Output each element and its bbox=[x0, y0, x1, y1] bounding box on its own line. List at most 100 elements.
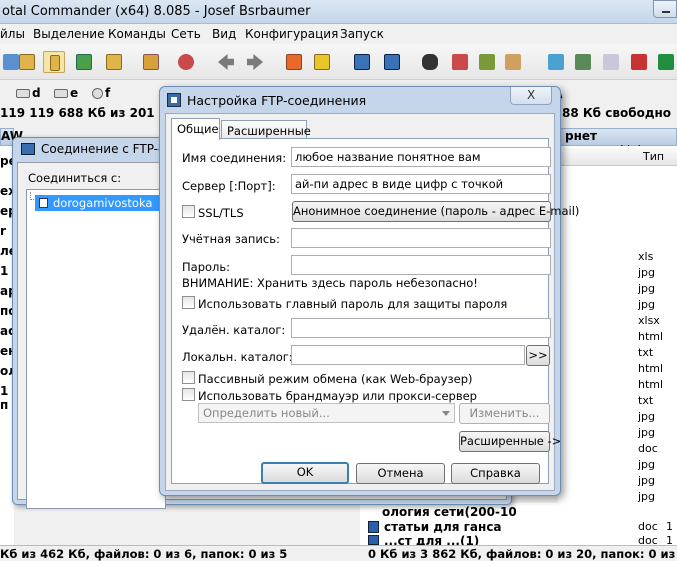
notepad-icon[interactable] bbox=[545, 51, 567, 73]
proxy-select[interactable]: Определить новый... bbox=[198, 403, 455, 423]
back-arrow-icon[interactable] bbox=[215, 51, 237, 73]
passive-mode-label: Пассивный режим обмена (как Web-браузер) bbox=[198, 372, 473, 386]
firewall-checkbox[interactable] bbox=[182, 388, 195, 401]
menu-network[interactable]: Сеть bbox=[171, 27, 201, 41]
file-ext: doc bbox=[638, 520, 658, 533]
file-count: 1 bbox=[666, 520, 673, 533]
cdrom-icon bbox=[92, 88, 103, 99]
file-ext: jpg bbox=[638, 426, 656, 439]
account-input[interactable] bbox=[291, 228, 551, 248]
file-ext: jpg bbox=[638, 282, 656, 295]
menu-bar: йлы Выделение Команды Сеть Вид Конфигура… bbox=[0, 24, 677, 44]
connection-name-label: Имя соединения: bbox=[182, 151, 287, 165]
password-input[interactable] bbox=[291, 255, 551, 275]
left-free-space: 119 119 688 Кб из 201 326 bbox=[0, 106, 184, 120]
menu-files[interactable]: йлы bbox=[0, 27, 25, 41]
thumbnails-icon[interactable] bbox=[73, 51, 95, 73]
advanced-settings-button[interactable]: Расширенные -> bbox=[459, 431, 561, 452]
server-item-dorogamivostoka[interactable]: dorogamivostoka bbox=[35, 195, 163, 211]
bottom-file-rows[interactable]: ология сети(200-10 статьи для ганса doc … bbox=[360, 503, 677, 545]
type-column-header[interactable]: Тип bbox=[643, 150, 664, 163]
connect-to-label: Соединиться с: bbox=[28, 171, 122, 185]
url-connect-icon[interactable] bbox=[381, 51, 403, 73]
server-input[interactable]: ай-пи адрес в виде цифр с точкой bbox=[291, 174, 551, 194]
tab-advanced[interactable]: Расширенные bbox=[221, 120, 311, 138]
right-column-header[interactable]: Тип bbox=[558, 148, 677, 166]
menu-configuration[interactable]: Конфигурация bbox=[245, 27, 338, 41]
menu-view[interactable]: Вид bbox=[212, 27, 236, 41]
drive-d-button[interactable]: d bbox=[16, 86, 41, 102]
pack-icon[interactable] bbox=[283, 51, 305, 73]
brief-view-icon[interactable] bbox=[16, 51, 38, 73]
edit-icon[interactable] bbox=[502, 51, 524, 73]
menu-selection[interactable]: Выделение bbox=[33, 27, 104, 41]
drive-icon bbox=[54, 89, 68, 98]
close-button[interactable]: X bbox=[510, 87, 552, 105]
app-icon[interactable] bbox=[655, 51, 677, 73]
settings-dialog-body: Общие Расширенные Имя соединения: любое … bbox=[165, 113, 579, 491]
browse-button[interactable]: >> bbox=[526, 345, 550, 366]
main-titlebar: otal Commander (x64) 8.085 - Josef Bsrba… bbox=[0, 0, 677, 24]
tab-general[interactable]: Общие bbox=[171, 118, 220, 140]
close-icon: X bbox=[527, 88, 536, 102]
file-ext: html bbox=[638, 362, 664, 375]
file-ext: jpg bbox=[638, 298, 656, 311]
main-toolbar bbox=[0, 44, 677, 80]
file-ext: xls bbox=[638, 250, 654, 263]
remote-dir-input[interactable] bbox=[291, 318, 551, 338]
server-list[interactable]: dorogamivostoka bbox=[26, 189, 166, 509]
ok-button[interactable]: OK bbox=[261, 462, 349, 484]
sync-icon[interactable] bbox=[140, 51, 162, 73]
connection-name-input[interactable]: любое название понятное вам bbox=[291, 147, 551, 167]
file-ext: jpg bbox=[638, 474, 656, 487]
ftp-connect-icon[interactable] bbox=[351, 51, 373, 73]
tree-view-icon[interactable] bbox=[103, 51, 125, 73]
local-dir-label: Локальн. каталог: bbox=[182, 350, 293, 364]
list-item[interactable]: ...ст для ...(1) bbox=[384, 534, 479, 545]
file-ext: xlsx bbox=[638, 314, 660, 327]
rename-icon[interactable] bbox=[600, 51, 622, 73]
list-item[interactable]: статьи для ганса bbox=[384, 520, 502, 534]
file-ext: txt bbox=[638, 346, 654, 359]
compare-icon[interactable] bbox=[476, 51, 498, 73]
master-password-label: Использовать главный пароль для защиты п… bbox=[198, 297, 508, 311]
ssl-label: SSL/TLS bbox=[198, 206, 244, 220]
right-status: 0 Кб из 3 862 Кб, файлов: 0 из 20, папок… bbox=[368, 547, 676, 561]
multi-rename-icon[interactable] bbox=[449, 51, 471, 73]
firewall-label: Использовать брандмауэр или прокси-серве… bbox=[198, 389, 477, 403]
drive-f-button[interactable]: f bbox=[92, 86, 110, 102]
drive-e-button[interactable]: e bbox=[54, 86, 78, 102]
password-label: Пароль: bbox=[182, 260, 231, 274]
file-count: 1 bbox=[666, 534, 673, 545]
ssl-checkbox[interactable] bbox=[182, 205, 195, 218]
forward-arrow-icon[interactable] bbox=[244, 51, 266, 73]
left-row-fragment: 1 bbox=[0, 264, 9, 278]
right-path-bar[interactable]: рнет магазин\*.* bbox=[558, 128, 677, 157]
menu-commands[interactable]: Команды bbox=[108, 27, 166, 41]
list-item[interactable]: ология сети(200-10 bbox=[382, 505, 517, 519]
word-doc-icon bbox=[368, 535, 379, 545]
left-status: Кб из 462 Кб, файлов: 0 из 6, папок: 0 и… bbox=[0, 547, 288, 561]
cancel-button[interactable]: Отмена bbox=[356, 463, 445, 484]
master-password-checkbox[interactable] bbox=[182, 296, 195, 309]
help-button[interactable]: Справка bbox=[451, 463, 540, 484]
app-64-icon[interactable] bbox=[628, 51, 650, 73]
binoculars-icon[interactable] bbox=[419, 51, 441, 73]
full-view-icon[interactable] bbox=[43, 51, 65, 73]
menu-launch[interactable]: Запуск bbox=[340, 27, 384, 41]
password-warning: ВНИМАНИЕ: Хранить здесь пароль небезопас… bbox=[182, 276, 478, 290]
local-dir-input[interactable] bbox=[291, 345, 525, 365]
right-free-space: 88 Кб свободно bbox=[562, 106, 672, 120]
file-ext: jpg bbox=[638, 490, 656, 503]
settings-icon[interactable] bbox=[572, 51, 594, 73]
minimize-button[interactable] bbox=[653, 0, 677, 18]
file-ext: jpg bbox=[638, 458, 656, 471]
anonymous-connection-button[interactable]: Анонимное соединение (пароль - адрес E-m… bbox=[292, 201, 579, 222]
passive-mode-checkbox[interactable] bbox=[182, 371, 195, 384]
status-bar: Кб из 462 Кб, файлов: 0 из 6, папок: 0 и… bbox=[0, 545, 677, 561]
file-ext: doc bbox=[638, 534, 658, 545]
change-proxy-button[interactable]: Изменить... bbox=[459, 403, 550, 424]
unpack-icon[interactable] bbox=[311, 51, 333, 73]
general-tab-panel: Имя соединения: любое название понятное … bbox=[171, 138, 579, 484]
select-star-icon[interactable] bbox=[175, 51, 197, 73]
